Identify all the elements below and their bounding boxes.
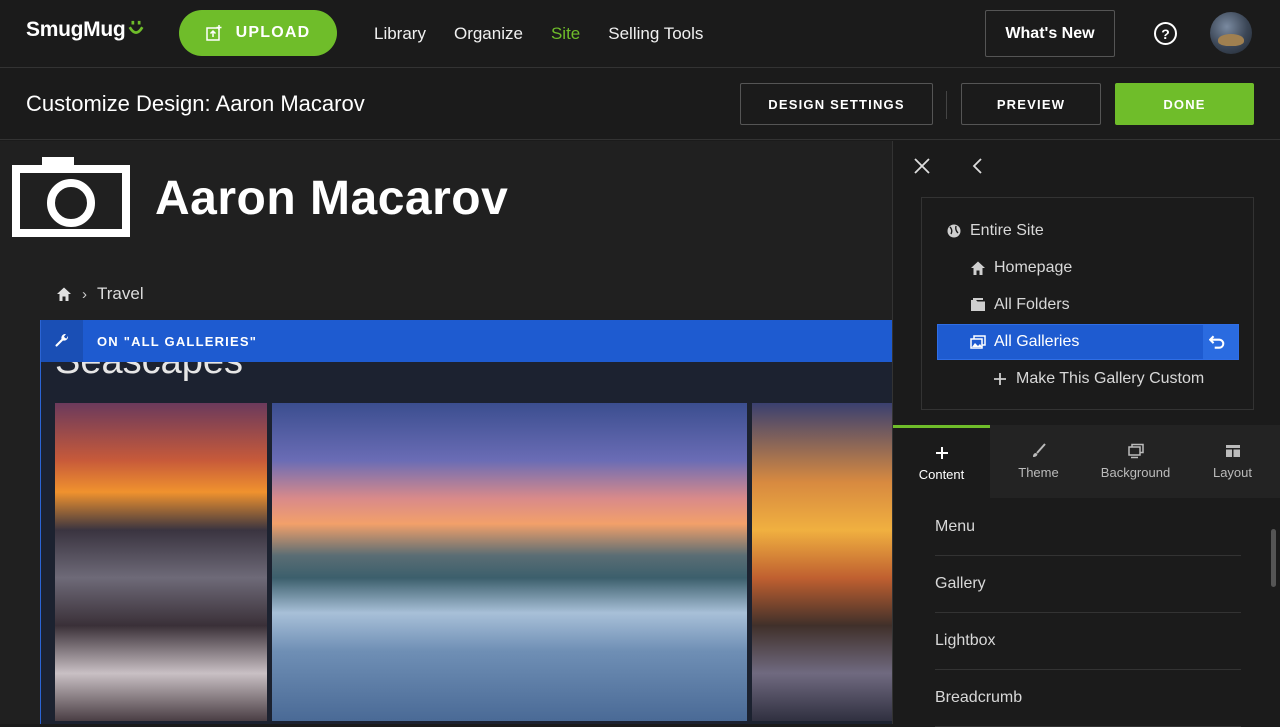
nav-library[interactable]: Library xyxy=(374,24,426,44)
design-settings-button[interactable]: DESIGN SETTINGS xyxy=(740,83,933,125)
close-icon[interactable] xyxy=(913,157,931,175)
page-scope-tree: Entire Site Homepage All Folders All Gal… xyxy=(921,197,1254,410)
tab-label: Layout xyxy=(1212,465,1253,480)
main-nav: Library Organize Site Selling Tools xyxy=(374,0,703,68)
gallery-photo[interactable] xyxy=(272,403,747,721)
tab-label: Content xyxy=(918,466,965,482)
content-block-list: Menu Gallery Lightbox Breadcrumb xyxy=(935,499,1241,727)
tab-theme[interactable]: Theme xyxy=(990,425,1087,498)
smugmug-logo[interactable]: SmugMug xyxy=(26,18,145,42)
customize-header: Customize Design: Aaron Macarov DESIGN S… xyxy=(0,69,1280,140)
gallery-photo[interactable] xyxy=(55,403,267,721)
site-name: Aaron Macarov xyxy=(155,172,509,225)
galleries-icon xyxy=(970,335,986,349)
tree-item-homepage[interactable]: Homepage xyxy=(970,250,1072,286)
site-preview: Aaron Macarov › Travel Seascapes ON "ALL… xyxy=(0,141,892,724)
wrench-icon[interactable] xyxy=(41,320,83,362)
folder-icon xyxy=(971,298,985,311)
camera-logo-icon xyxy=(12,157,130,237)
gallery-block[interactable]: Seascapes ON "ALL GALLERIES" xyxy=(40,320,892,724)
tree-label: All Folders xyxy=(994,296,1070,313)
top-navigation: SmugMug UPLOAD Library Organize Site Sel… xyxy=(0,0,1280,68)
upload-label: UPLOAD xyxy=(235,24,311,41)
nav-organize[interactable]: Organize xyxy=(454,24,523,44)
home-icon[interactable] xyxy=(56,286,72,302)
whats-new-button[interactable]: What's New xyxy=(985,10,1115,57)
globe-icon xyxy=(947,224,961,238)
tab-label: Theme xyxy=(1018,465,1059,480)
tab-label: Background xyxy=(1100,465,1171,480)
upload-icon xyxy=(205,25,222,41)
layout-icon xyxy=(1225,445,1240,457)
back-chevron-icon[interactable] xyxy=(971,157,983,175)
tree-label: Homepage xyxy=(994,259,1073,276)
breadcrumb-chevron-icon: › xyxy=(82,285,87,303)
customize-panel: Entire Site Homepage All Folders All Gal… xyxy=(892,141,1280,727)
gallery-photo[interactable] xyxy=(752,403,892,721)
page-title: Customize Design: Aaron Macarov xyxy=(26,91,365,116)
tree-item-all-galleries[interactable]: All Galleries xyxy=(937,324,1239,360)
tab-background[interactable]: Background xyxy=(1087,425,1184,498)
content-item-gallery[interactable]: Gallery xyxy=(935,556,1241,613)
tree-item-all-folders[interactable]: All Folders xyxy=(970,287,1070,323)
nav-selling-tools[interactable]: Selling Tools xyxy=(608,24,703,44)
panel-scrollbar[interactable] xyxy=(1271,529,1276,587)
tab-content[interactable]: Content xyxy=(893,425,990,498)
undo-icon[interactable] xyxy=(1203,325,1238,359)
breadcrumb: › Travel xyxy=(56,284,144,304)
divider xyxy=(946,91,947,119)
content-item-menu[interactable]: Menu xyxy=(935,499,1241,556)
upload-button[interactable]: UPLOAD xyxy=(179,10,337,56)
help-icon[interactable]: ? xyxy=(1154,22,1177,45)
avatar[interactable] xyxy=(1210,12,1252,54)
block-edit-bar[interactable]: ON "ALL GALLERIES" xyxy=(41,320,892,362)
nav-site[interactable]: Site xyxy=(551,24,580,44)
tab-layout[interactable]: Layout xyxy=(1184,425,1280,498)
panel-tabs: Content Theme Background Layout xyxy=(893,425,1280,498)
preview-button[interactable]: PREVIEW xyxy=(961,83,1101,125)
logo-text: SmugMug xyxy=(26,18,126,41)
content-item-breadcrumb[interactable]: Breadcrumb xyxy=(935,670,1241,727)
make-gallery-custom-button[interactable]: Make This Gallery Custom xyxy=(992,361,1204,397)
done-button[interactable]: DONE xyxy=(1115,83,1254,125)
tree-label: All Galleries xyxy=(994,333,1080,350)
brush-icon xyxy=(1032,443,1046,457)
smile-icon xyxy=(128,20,144,34)
background-icon xyxy=(1127,443,1144,459)
plus-icon xyxy=(935,446,948,459)
tree-label: Make This Gallery Custom xyxy=(1016,370,1205,387)
tree-item-entire-site[interactable]: Entire Site xyxy=(946,213,1044,249)
block-scope-label: ON "ALL GALLERIES" xyxy=(97,333,258,349)
tree-label: Entire Site xyxy=(970,222,1044,239)
content-item-lightbox[interactable]: Lightbox xyxy=(935,613,1241,670)
plus-icon xyxy=(994,373,1006,385)
breadcrumb-travel[interactable]: Travel xyxy=(97,284,144,304)
home-icon xyxy=(971,261,985,275)
